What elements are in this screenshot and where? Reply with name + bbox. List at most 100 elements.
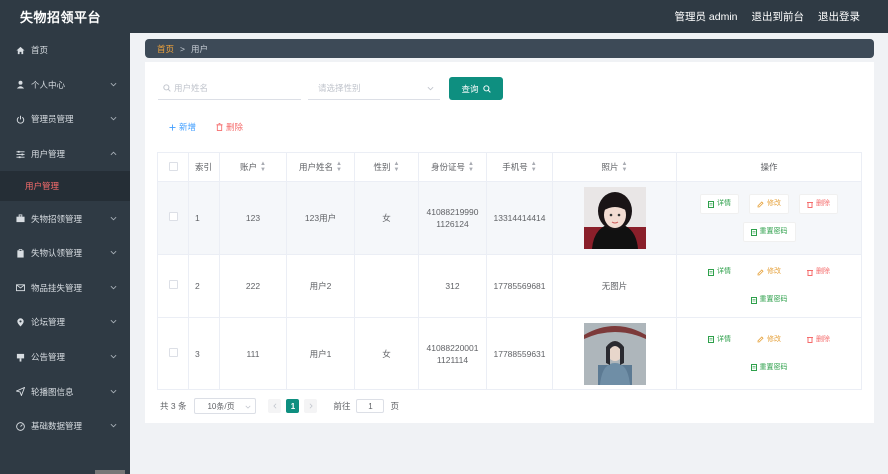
edit-icon <box>757 336 764 343</box>
header-id-card[interactable]: 身份证号 ▲ ▼ <box>418 152 487 182</box>
sidebar-item-found-items[interactable]: 失物招领管理 <box>0 201 130 236</box>
header-name[interactable]: 用户姓名 ▲ ▼ <box>286 152 355 182</box>
chevron-down-icon <box>110 251 117 255</box>
detail-button[interactable]: 详情 <box>700 262 739 282</box>
sidebar-item-label: 管理员管理 <box>31 114 74 125</box>
breadcrumb-home[interactable]: 首页 <box>157 43 174 55</box>
sidebar-item-label: 公告管理 <box>31 352 66 363</box>
select-all-checkbox[interactable] <box>168 161 178 171</box>
sidebar-item-claims[interactable]: 失物认领管理 <box>0 236 130 271</box>
table-row[interactable]: 3 111 用户1 女 410882200011121114 177885596… <box>157 317 862 390</box>
edit-button[interactable]: 修改 <box>749 262 789 282</box>
edit-icon <box>757 268 764 275</box>
sidebar-item-home[interactable]: 首页 <box>0 33 130 68</box>
phone-text: 17785569681 <box>493 281 546 291</box>
sidebar-item-label: 失物招领管理 <box>31 213 83 224</box>
sidebar-item-announcements[interactable]: 公告管理 <box>0 340 130 375</box>
add-button[interactable]: 新增 <box>169 121 196 133</box>
clipboard-icon <box>15 248 25 258</box>
chevron-down-icon <box>110 216 117 221</box>
header-gender[interactable]: 性别 ▲ ▼ <box>354 152 419 182</box>
bulk-delete-button[interactable]: 删除 <box>216 121 243 133</box>
chevron-down-icon <box>245 405 251 409</box>
edit-label: 修改 <box>767 268 781 275</box>
page-number-button[interactable]: 1 <box>286 399 300 413</box>
sort-icon[interactable]: ▲ ▼ <box>468 161 474 173</box>
user-photo[interactable] <box>583 322 646 385</box>
sort-icon[interactable]: ▲ ▼ <box>260 161 266 173</box>
delete-label: 删除 <box>816 200 830 207</box>
chevron-down-icon <box>110 82 117 87</box>
submenu-item-user-management[interactable]: 用户管理 <box>0 171 130 202</box>
trash-icon <box>807 337 813 343</box>
plus-icon <box>169 123 176 131</box>
goto-page-input[interactable]: 1 <box>356 399 385 413</box>
header-phone[interactable]: 手机号 ▲ ▼ <box>486 152 553 182</box>
table-row[interactable]: 2 222 用户2 312 17785569681 无图片 详情 修改 删除 重… <box>157 254 862 318</box>
pagination: 共 3 条 10条/页 1 前往 1 页 <box>160 398 399 414</box>
row-checkbox[interactable] <box>168 280 178 289</box>
sort-icon[interactable]: ▲ ▼ <box>531 161 537 173</box>
delete-button[interactable]: 删除 <box>799 262 838 282</box>
table-header-row: 索引 账户 ▲ ▼ 用户姓名 ▲ ▼ 性别 ▲ ▼ 身份证号 ▲ ▼ 手机号 ▲ ▼ 照片 ▲ ▼ 操作 <box>157 152 862 182</box>
user-icon <box>15 80 25 90</box>
cell-account: 123 <box>219 181 287 255</box>
page-size-select[interactable]: 10条/页 <box>194 398 257 414</box>
sort-icon[interactable]: ▲ ▼ <box>336 161 342 173</box>
table-row[interactable]: 1 123 123用户 女 410882199901126124 1331441… <box>157 181 862 255</box>
logout-link[interactable]: 退出登录 <box>818 9 860 24</box>
sort-icon[interactable]: ▲ ▼ <box>394 161 400 173</box>
cell-gender: 女 <box>354 181 419 255</box>
sidebar-item-lost-reports[interactable]: 物品挂失管理 <box>0 271 130 306</box>
detail-label: 详情 <box>717 200 731 207</box>
sidebar: 首页 个人中心 管理员管理 用户管理 用户管理 失物招领管理 失物认领管理 物品… <box>0 33 130 474</box>
name-search-input[interactable]: 用户姓名 <box>158 77 301 100</box>
sliders-icon <box>15 149 25 159</box>
breadcrumb-separator: > <box>180 43 185 54</box>
sidebar-item-label: 论坛管理 <box>31 317 66 328</box>
mail-icon <box>15 283 25 293</box>
reset-password-button[interactable]: 重置密码 <box>743 290 796 310</box>
row-checkbox-cell <box>157 254 189 318</box>
cell-ops: 详情 修改 删除 重置密码 <box>676 317 862 390</box>
next-page-button[interactable] <box>304 399 318 413</box>
prev-page-button[interactable] <box>268 399 282 413</box>
query-button[interactable]: 查询 <box>449 77 503 100</box>
sort-icon[interactable]: ▲ ▼ <box>622 161 628 173</box>
delete-button[interactable]: 删除 <box>799 330 838 350</box>
cell-name: 用户2 <box>286 254 355 318</box>
detail-button[interactable]: 详情 <box>700 194 739 214</box>
edit-button[interactable]: 修改 <box>749 330 789 350</box>
sidebar-item-profile[interactable]: 个人中心 <box>0 68 130 103</box>
back-to-front-link[interactable]: 退出到前台 <box>752 9 805 24</box>
detail-button[interactable]: 详情 <box>700 330 739 350</box>
sidebar-item-base-data[interactable]: 基础数据管理 <box>0 409 130 444</box>
chevron-up-icon <box>110 151 117 156</box>
action-toolbar: 新增 删除 <box>169 121 243 133</box>
search-icon <box>482 84 491 93</box>
header-label: 手机号 <box>502 161 528 172</box>
header-account[interactable]: 账户 ▲ ▼ <box>219 152 287 182</box>
reset-password-button[interactable]: 重置密码 <box>742 222 796 242</box>
delete-button[interactable]: 删除 <box>799 194 838 214</box>
announce-icon <box>15 352 25 362</box>
cell-name: 用户1 <box>286 317 355 390</box>
gender-select[interactable]: 请选择性别 <box>308 77 440 100</box>
sidebar-item-users[interactable]: 用户管理 <box>0 137 130 172</box>
sidebar-item-admin[interactable]: 管理员管理 <box>0 102 130 137</box>
row-actions: 详情 修改 删除 重置密码 <box>677 262 861 310</box>
detail-label: 详情 <box>717 268 731 275</box>
sidebar-item-carousel[interactable]: 轮播图信息 <box>0 374 130 409</box>
sidebar-item-forum[interactable]: 论坛管理 <box>0 305 130 340</box>
app-title: 失物招领平台 <box>20 10 102 25</box>
row-checkbox[interactable] <box>168 347 178 357</box>
home-icon <box>15 45 25 55</box>
header-photo[interactable]: 照片 ▲ ▼ <box>552 152 677 182</box>
reset-password-button[interactable]: 重置密码 <box>743 358 796 378</box>
scrollbar-thumb[interactable] <box>95 470 125 474</box>
edit-button[interactable]: 修改 <box>749 194 789 214</box>
admin-label[interactable]: 管理员 admin <box>674 9 737 24</box>
row-checkbox[interactable] <box>168 212 178 221</box>
user-photo[interactable] <box>583 187 646 249</box>
users-table: 索引 账户 ▲ ▼ 用户姓名 ▲ ▼ 性别 ▲ ▼ 身份证号 ▲ ▼ 手机号 ▲ ▼ 照片 ▲ ▼ 操作… <box>157 152 862 390</box>
